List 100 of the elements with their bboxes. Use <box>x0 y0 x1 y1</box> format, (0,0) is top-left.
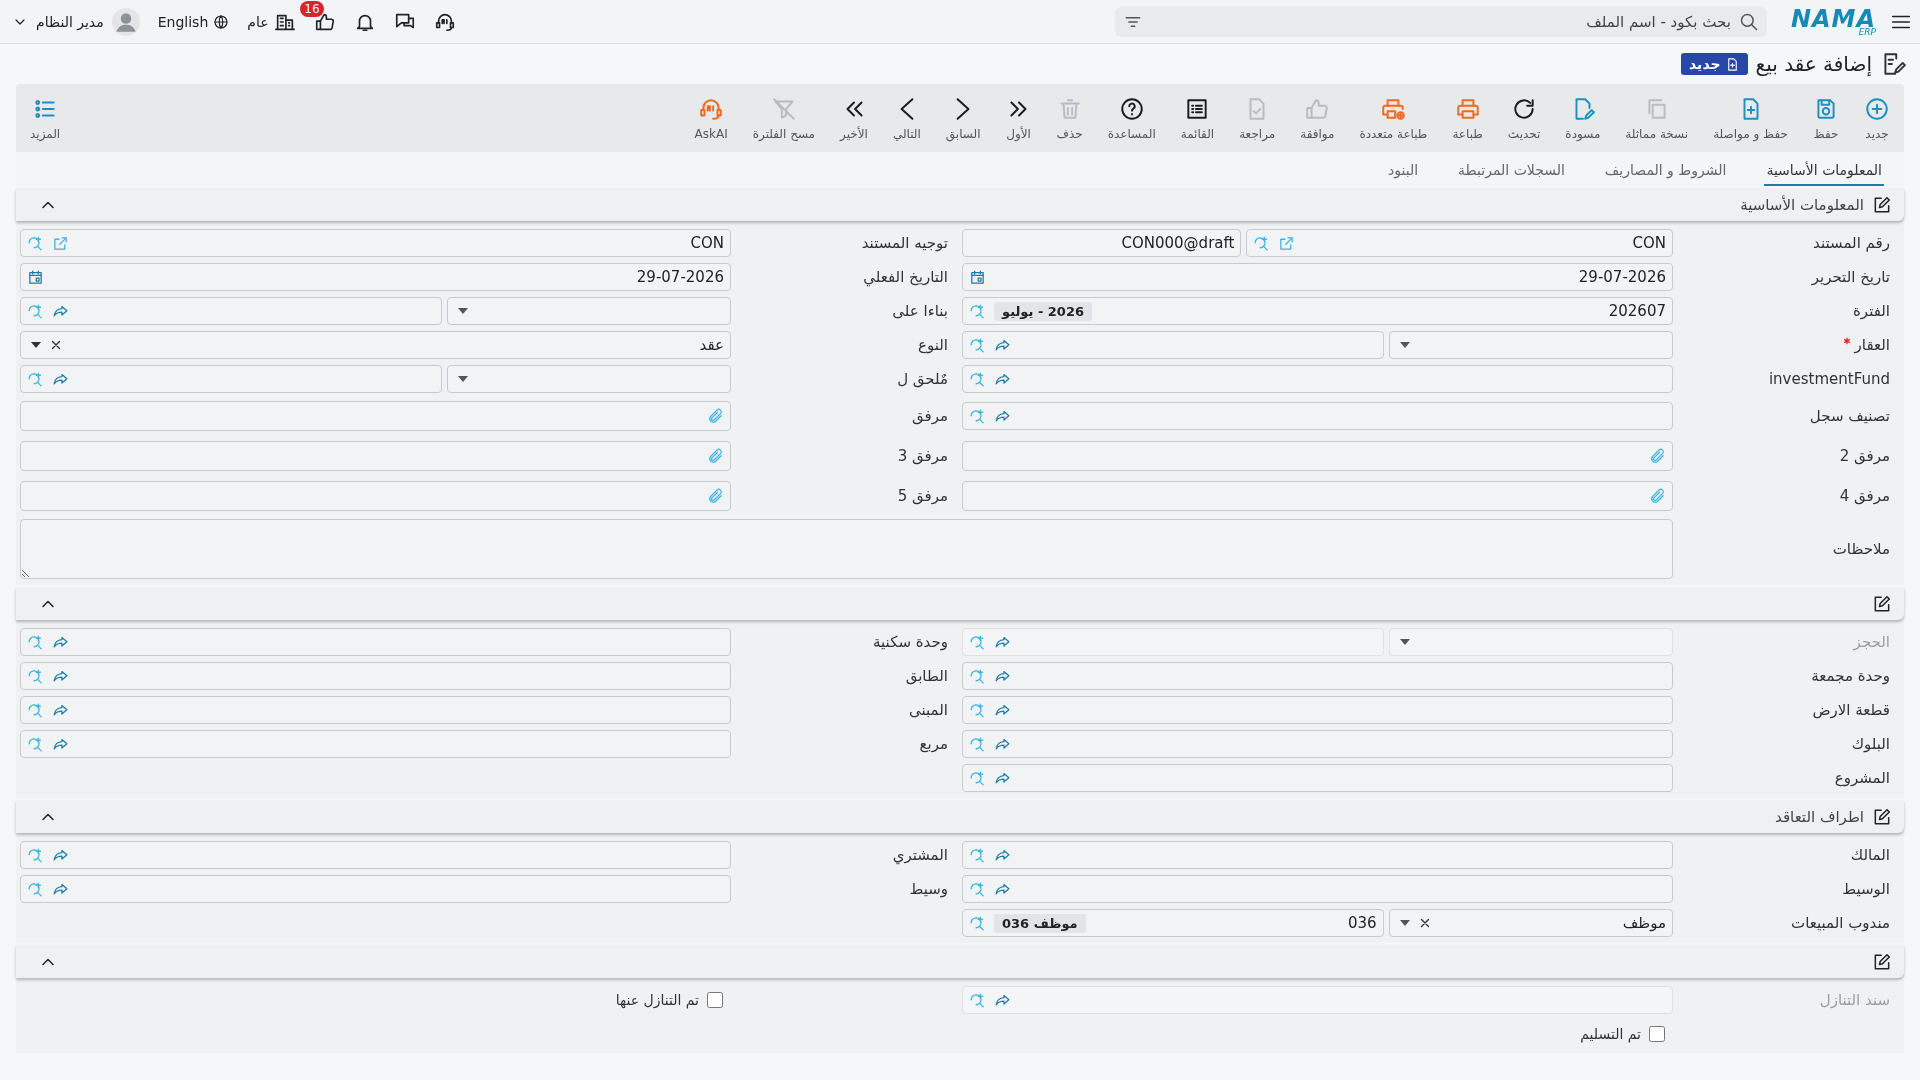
search-plus-icon[interactable] <box>27 846 44 864</box>
toolbar-button[interactable]: الأخير <box>832 91 876 145</box>
paperclip-icon[interactable] <box>707 407 724 425</box>
search-plus-icon[interactable] <box>969 769 986 787</box>
search-plus-icon[interactable] <box>969 914 986 932</box>
lookup-field[interactable] <box>962 841 1673 869</box>
field-label: المالك <box>1849 846 1891 864</box>
search-plus-icon[interactable] <box>27 701 44 719</box>
language-button[interactable]: English <box>157 13 230 30</box>
document-number-field[interactable]: CON000@draft <box>962 229 1242 257</box>
tab[interactable]: السجلات المرتبطة <box>1456 162 1567 186</box>
search-plus-icon[interactable] <box>969 302 986 320</box>
lookup-field[interactable] <box>20 365 442 393</box>
lookup-field[interactable] <box>962 365 1673 393</box>
checkbox[interactable] <box>707 992 723 1008</box>
lookup-field[interactable] <box>962 402 1673 430</box>
search-plus-icon[interactable] <box>969 370 986 388</box>
calendar-icon[interactable] <box>969 268 986 286</box>
tab[interactable]: البنود <box>1386 162 1421 186</box>
attachment-field[interactable] <box>20 441 731 471</box>
lookup-field[interactable] <box>20 628 731 656</box>
lookup-field[interactable] <box>20 297 442 325</box>
lookup-field[interactable] <box>20 875 731 903</box>
search-plus-icon[interactable] <box>27 880 44 898</box>
lookup-field[interactable] <box>20 662 731 690</box>
toolbar-button[interactable]: تحديث <box>1499 91 1549 145</box>
select-field[interactable]: موظف <box>1388 909 1673 937</box>
notes-field[interactable] <box>20 519 1673 579</box>
paperclip-icon[interactable] <box>707 447 724 465</box>
search-plus-icon[interactable] <box>969 407 986 425</box>
toolbar-button[interactable]: حفظ <box>1805 91 1847 145</box>
edit-icon[interactable] <box>1872 593 1892 614</box>
search-input[interactable]: بحث بكود - اسم الملف <box>1148 11 1733 32</box>
search-plus-icon[interactable] <box>27 667 44 685</box>
dropdown-field[interactable] <box>1388 331 1673 359</box>
attachment-field[interactable] <box>962 481 1673 511</box>
select-field[interactable]: عقد <box>20 331 731 359</box>
paperclip-icon[interactable] <box>707 487 724 505</box>
lookup-field[interactable] <box>962 331 1384 359</box>
dropdown-field[interactable] <box>446 365 731 393</box>
toolbar-button[interactable]: AskAI <box>686 91 736 145</box>
paperclip-icon[interactable] <box>1649 447 1666 465</box>
user-menu[interactable]: مدير النظام <box>12 7 140 36</box>
search-plus-icon[interactable] <box>969 880 986 898</box>
lookup-field[interactable] <box>962 696 1673 724</box>
toolbar-button[interactable]: السابق <box>937 91 989 145</box>
search-field[interactable]: بحث بكود - اسم الملف <box>1114 6 1767 37</box>
company-button[interactable]: عام <box>247 10 296 33</box>
attachment-field[interactable] <box>20 481 731 511</box>
toolbar-button[interactable]: مسودة <box>1557 91 1609 145</box>
lookup-field[interactable] <box>20 730 731 758</box>
lookup-field[interactable] <box>962 662 1673 690</box>
date-field[interactable]: 29-07-2026 <box>20 263 731 291</box>
checkbox-option[interactable]: تم التسليم <box>1580 1020 1673 1047</box>
search-plus-icon[interactable] <box>27 735 44 753</box>
tab[interactable]: المعلومات الأساسية <box>1764 162 1884 186</box>
toolbar-button[interactable]: حفظ و مواصلة <box>1705 91 1796 145</box>
section-title: اطراف التعاقد <box>1775 807 1864 826</box>
lookup-field[interactable] <box>20 696 731 724</box>
search-plus-icon[interactable] <box>27 370 44 388</box>
search-plus-icon[interactable] <box>969 735 986 753</box>
close-icon[interactable] <box>49 338 63 352</box>
lookup-field[interactable]: CON <box>20 229 731 257</box>
search-plus-icon[interactable] <box>969 667 986 685</box>
search-plus-icon[interactable] <box>969 846 986 864</box>
date-field[interactable]: 29-07-2026 <box>962 263 1673 291</box>
toolbar-button[interactable]: جديد <box>1856 91 1898 145</box>
attachment-field[interactable] <box>962 441 1673 471</box>
more-button[interactable]: المزيد <box>22 91 69 145</box>
edit-icon[interactable] <box>1872 806 1892 827</box>
attachment-field[interactable] <box>20 401 731 431</box>
lookup-field[interactable] <box>962 875 1673 903</box>
checkbox-option[interactable]: تم التنازل عنها <box>615 986 731 1014</box>
search-plus-icon[interactable] <box>969 336 986 354</box>
lookup-field[interactable] <box>20 841 731 869</box>
lookup-field[interactable] <box>962 730 1673 758</box>
toolbar-button[interactable]: طباعة متعددة <box>1351 91 1436 145</box>
edit-icon[interactable] <box>1872 194 1892 215</box>
toolbar-button[interactable]: طباعة <box>1444 91 1491 145</box>
new-button[interactable]: جديد <box>1681 53 1748 75</box>
toolbar-button[interactable]: المساعدة <box>1099 91 1164 145</box>
external-link-icon[interactable] <box>1278 234 1296 252</box>
document-series-field[interactable]: CON <box>1246 229 1673 257</box>
lookup-field[interactable] <box>962 764 1673 792</box>
toolbar-button[interactable]: الأول <box>997 91 1040 145</box>
search-plus-icon[interactable] <box>27 302 44 320</box>
toolbar-button[interactable]: القائمة <box>1172 91 1223 145</box>
toolbar-button[interactable]: التالي <box>884 91 929 145</box>
search-plus-icon[interactable] <box>969 701 986 719</box>
field-label: البلوك <box>1850 735 1891 753</box>
edit-icon[interactable] <box>1872 951 1892 972</box>
search-plus-icon[interactable] <box>27 633 44 651</box>
paperclip-icon[interactable] <box>1649 487 1666 505</box>
calendar-icon[interactable] <box>27 268 44 286</box>
tab[interactable]: الشروط و المصاريف <box>1602 162 1729 186</box>
search-plus-icon[interactable] <box>1253 234 1271 252</box>
checkbox[interactable] <box>1649 1025 1665 1042</box>
external-link-icon[interactable] <box>52 234 69 252</box>
dropdown-field[interactable] <box>446 297 731 325</box>
search-plus-icon[interactable] <box>27 234 44 252</box>
